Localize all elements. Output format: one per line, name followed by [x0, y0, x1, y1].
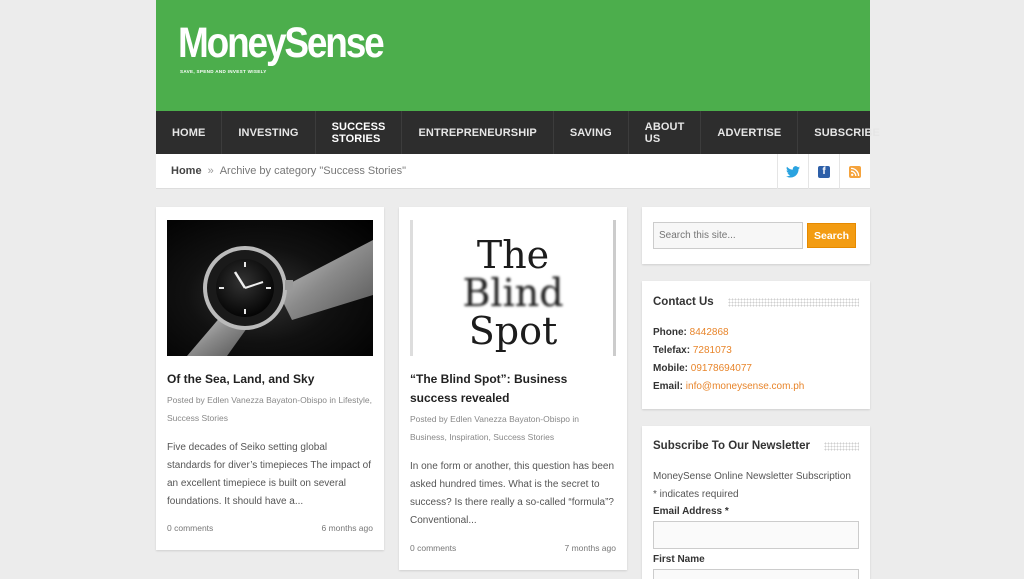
site-header: MoneySense SAVE, SPEND AND INVEST WISELY [156, 0, 870, 111]
post-date: 6 months ago [321, 523, 373, 533]
post-comments-link[interactable]: 0 comments [410, 543, 456, 553]
post-date: 7 months ago [564, 543, 616, 553]
nav-item-advertise[interactable]: Advertise [701, 111, 799, 154]
email-link[interactable]: info@moneysense.com.ph [686, 381, 805, 392]
post-excerpt: Five decades of Seiko setting global sta… [167, 442, 371, 507]
nav-item-about-us[interactable]: About Us [629, 111, 702, 154]
email-address-field[interactable] [653, 521, 859, 549]
post-category-link[interactable]: Lifestyle [338, 395, 369, 405]
twitter-link[interactable] [777, 154, 808, 189]
nav-item-subscribe[interactable]: Subscribe [798, 111, 896, 154]
image-word-spot: Spot [468, 309, 558, 353]
post-footer: 0 comments 6 months ago [167, 523, 373, 533]
facebook-link[interactable]: f [808, 154, 839, 189]
search-widget: Search [642, 207, 870, 264]
breadcrumb-home-link[interactable]: Home [171, 165, 202, 177]
nav-item-success-stories[interactable]: Success Stories [316, 111, 403, 154]
title-divider [727, 297, 859, 307]
contact-telefax: Telefax: 7281073 [653, 345, 732, 356]
title-divider [824, 441, 859, 451]
post-meta: Posted by Edlen Vanezza Bayaton-Obispo i… [167, 395, 372, 423]
image-word-the: The [476, 233, 550, 277]
social-links: f [777, 154, 870, 189]
breadcrumb-separator: » [207, 165, 214, 177]
image-word-blind: Blind [462, 271, 564, 315]
phone-link[interactable]: 8442868 [690, 327, 729, 338]
mobile-link[interactable]: 09178694077 [691, 363, 752, 374]
first-name-field[interactable] [653, 569, 859, 579]
rss-link[interactable] [839, 154, 870, 189]
breadcrumb-current: Archive by category "Success Stories" [219, 165, 407, 177]
contact-widget: Contact Us Phone: 8442868 Telefax: 72810… [642, 281, 870, 409]
contact-widget-header: Contact Us [653, 296, 859, 308]
email-address-label: Email Address * [653, 506, 729, 517]
post-title[interactable]: Of the Sea, Land, and Sky [167, 370, 373, 389]
search-button[interactable]: Search [807, 223, 856, 248]
post-meta: Posted by Edlen Vanezza Bayaton-Obispo i… [410, 414, 580, 442]
twitter-icon [786, 165, 800, 178]
contact-email: Email: info@moneysense.com.ph [653, 381, 805, 392]
post-category-link[interactable]: Inspiration [449, 432, 488, 442]
rss-icon [849, 165, 861, 178]
post-footer: 0 comments 7 months ago [410, 543, 616, 553]
page-wrapper: MoneySense SAVE, SPEND AND INVEST WISELY… [156, 0, 880, 189]
watch-image [187, 240, 373, 356]
logo-wordmark: MoneySense [178, 19, 385, 67]
blind-spot-image: The Blind Spot [413, 220, 613, 350]
post-comments-link[interactable]: 0 comments [167, 523, 213, 533]
post-category-link[interactable]: Business [410, 432, 445, 442]
nav-item-entrepreneurship[interactable]: Entrepreneurship [402, 111, 554, 154]
post-excerpt: In one form or another, this question ha… [410, 461, 615, 526]
post-author-line: Posted by Edlen Vanezza Bayaton-Obispo i… [410, 414, 580, 424]
contact-phone: Phone: 8442868 [653, 327, 729, 338]
post-category-link[interactable]: Success Stories [493, 432, 554, 442]
post-thumbnail-watch[interactable] [167, 220, 373, 356]
post-thumbnail-blind-spot[interactable]: The Blind Spot [410, 220, 616, 356]
site-logo[interactable]: MoneySense SAVE, SPEND AND INVEST WISELY [178, 20, 416, 74]
post-title[interactable]: “The Blind Spot”: Business success revea… [410, 370, 616, 408]
search-input[interactable] [653, 222, 803, 249]
newsletter-description: MoneySense Online Newsletter Subscriptio… [653, 471, 851, 482]
first-name-label: First Name [653, 554, 705, 565]
nav-item-home[interactable]: Home [156, 111, 223, 154]
newsletter-widget-header: Subscribe To Our Newsletter [653, 440, 859, 452]
logo-tagline: SAVE, SPEND AND INVEST WISELY [180, 69, 267, 74]
main-nav: Home Investing Success Stories Entrepren… [156, 111, 880, 154]
breadcrumb: Home » Archive by category "Success Stor… [156, 154, 870, 189]
post-card: The Blind Spot “The Blind Spot”: Busines… [399, 207, 627, 570]
post-author-line: Posted by Edlen Vanezza Bayaton-Obispo i… [167, 395, 337, 405]
nav-item-investing[interactable]: Investing [222, 111, 316, 154]
facebook-icon: f [818, 165, 830, 178]
required-note: * indicates required [653, 489, 739, 500]
post-category-link[interactable]: Success Stories [167, 413, 228, 423]
post-card: Of the Sea, Land, and Sky Posted by Edle… [156, 207, 384, 550]
telefax-link[interactable]: 7281073 [693, 345, 732, 356]
contact-mobile: Mobile: 09178694077 [653, 363, 752, 374]
newsletter-widget: Subscribe To Our Newsletter MoneySense O… [642, 426, 870, 579]
nav-item-saving[interactable]: Saving [554, 111, 629, 154]
contact-title: Contact Us [653, 296, 714, 308]
newsletter-title: Subscribe To Our Newsletter [653, 440, 810, 452]
